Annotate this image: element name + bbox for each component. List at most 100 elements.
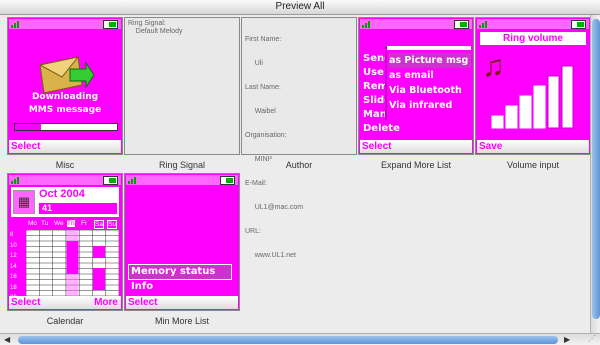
download-progress-bar — [14, 123, 118, 131]
weekday-label: Tu — [41, 220, 49, 227]
status-bar — [126, 175, 238, 185]
battery-icon — [454, 20, 469, 29]
volume-bar — [491, 115, 504, 129]
hour-label: 10 — [10, 242, 17, 249]
scroll-left-arrow-icon[interactable]: ◀ — [4, 335, 10, 344]
softkey-bar: Select — [126, 296, 238, 309]
signal-icon — [362, 20, 372, 28]
signal-icon — [128, 176, 138, 184]
window-title: Preview All — [275, 1, 325, 12]
submenu-popup: as Picture msg as email Via Bluetooth Vi… — [385, 46, 471, 120]
weekday-label: Su — [107, 220, 117, 229]
status-bar — [477, 19, 589, 29]
status-bar — [9, 175, 121, 185]
phone-screen: ▦ Oct 2004 41 Mo Tu We Th Fr Sa Su 8 10 … — [7, 173, 123, 311]
horizontal-scroll-thumb[interactable] — [18, 336, 558, 344]
volume-bar — [533, 85, 546, 129]
phone-screen: Ring volume ♫ Save — [475, 17, 591, 155]
battery-icon — [103, 20, 118, 29]
resize-grip-icon[interactable]: ⋰ — [588, 334, 598, 344]
volume-bar — [519, 95, 532, 129]
preview-caption: Volume input — [506, 160, 560, 170]
select-softkey[interactable]: Select — [362, 141, 391, 152]
info-panel: First Name: Uli Last Name: Waibel Organi… — [241, 17, 357, 259]
info-line: First Name: — [245, 36, 282, 43]
info-line: Last Name: — [245, 84, 281, 91]
calendar-week: 41 — [39, 203, 117, 214]
menu-item-info[interactable]: Info — [128, 280, 232, 294]
signal-icon — [11, 20, 21, 28]
softkey-bar: Select — [360, 140, 472, 153]
weekday-label: Mo — [28, 220, 38, 227]
vertical-scrollbar[interactable] — [590, 15, 600, 333]
menu-item-memory-status[interactable]: Memory status — [128, 264, 232, 280]
phone-screen: Memory status Info Select — [124, 173, 240, 311]
volume-level-bars[interactable] — [488, 64, 580, 130]
select-softkey[interactable]: Select — [11, 141, 40, 152]
preview-caption: Author — [285, 160, 313, 170]
preview-caption: Ring Signal — [158, 160, 206, 170]
message-line-1: Downloading — [31, 92, 99, 102]
submenu-item-infrared[interactable]: Via infrared — [389, 98, 471, 113]
select-softkey[interactable]: Select — [11, 297, 40, 308]
battery-icon — [571, 20, 586, 29]
calendar-header: ▦ Oct 2004 41 — [11, 187, 119, 217]
submenu-item-bluetooth[interactable]: Via Bluetooth — [389, 83, 471, 98]
submenu-top-border — [387, 46, 471, 50]
volume-bar — [547, 75, 560, 129]
preview-window: Preview All Downloading MMS message Sele… — [0, 0, 600, 345]
status-bar — [360, 19, 472, 29]
preview-caption: Misc — [55, 160, 75, 170]
hour-label: 14 — [10, 263, 17, 270]
battery-icon — [103, 176, 118, 185]
vertical-scroll-thumb[interactable] — [592, 19, 600, 319]
phone-screen: Downloading MMS message Select — [7, 17, 123, 155]
appointment-block — [93, 246, 105, 258]
horizontal-scrollbar[interactable]: ◀ ▶ — [0, 333, 600, 345]
preview-caption: Calendar — [46, 316, 84, 326]
info-line: Organisation: — [245, 132, 287, 139]
hour-label: 12 — [10, 253, 17, 259]
preview-caption: Expand More List — [380, 160, 452, 170]
weekday-label-today: Th — [67, 220, 75, 227]
info-line: Default Melody — [128, 28, 183, 35]
more-menu-popup: Memory status Info — [128, 262, 232, 294]
author-text: First Name: Uli Last Name: Waibel Organi… — [245, 20, 303, 276]
progress-fill — [15, 124, 41, 130]
info-panel: Ring Signal: Default Melody — [124, 17, 240, 155]
info-line: Uli — [245, 60, 263, 67]
weekday-label: Sa — [94, 220, 104, 229]
hour-label: 16 — [10, 274, 17, 280]
weekday-label: Fr — [81, 220, 88, 227]
mms-envelope-icon — [38, 56, 94, 94]
weekday-header: Mo Tu We Th Fr Sa Su — [26, 220, 120, 229]
volume-title: Ring volume — [480, 32, 586, 45]
title-bar[interactable]: Preview All — [0, 0, 600, 15]
battery-icon — [220, 176, 235, 185]
calendar-month: Oct 2004 — [39, 188, 85, 200]
status-bar — [9, 19, 121, 29]
submenu-item-email[interactable]: as email — [389, 68, 471, 83]
appointment-block — [66, 241, 79, 274]
signal-icon — [479, 20, 489, 28]
hour-labels: 8 10 12 14 16 18 20 — [10, 230, 26, 304]
hour-label: 18 — [10, 284, 17, 291]
ring-signal-text: Ring Signal: Default Melody — [128, 20, 182, 36]
info-line: www.UL1.net — [245, 252, 296, 259]
scroll-right-arrow-icon[interactable]: ▶ — [564, 335, 570, 344]
select-softkey[interactable]: Select — [128, 297, 157, 308]
volume-bar — [505, 105, 518, 129]
volume-bar — [561, 65, 574, 129]
save-softkey[interactable]: Save — [479, 141, 502, 152]
week-grid[interactable] — [26, 230, 119, 296]
info-line: UL1@mac.com — [245, 204, 304, 211]
menu-item[interactable]: Delete — [363, 122, 400, 136]
info-line: Ring Signal: — [128, 20, 166, 27]
submenu-item-picture-msg[interactable]: as Picture msg — [389, 53, 471, 68]
softkey-bar: Select More — [9, 296, 121, 309]
weekday-label: We — [54, 220, 64, 227]
softkey-bar: Select — [9, 140, 121, 153]
more-softkey[interactable]: More — [94, 297, 118, 308]
hour-label: 8 — [10, 232, 14, 238]
preview-caption: Min More List — [154, 316, 209, 326]
